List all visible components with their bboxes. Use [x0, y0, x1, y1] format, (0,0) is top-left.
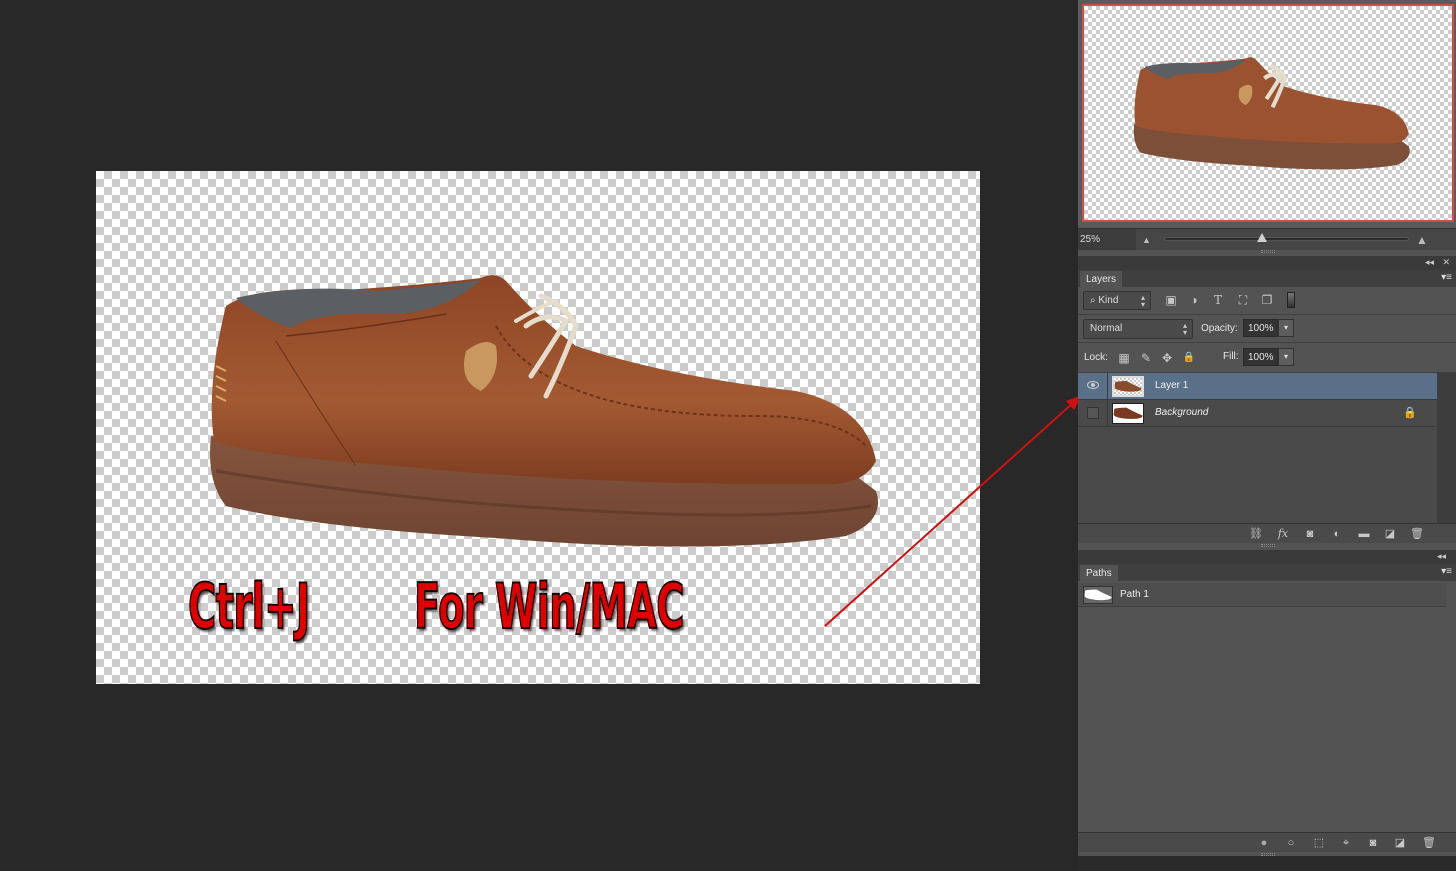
- new-path-icon[interactable]: ◪: [1392, 836, 1408, 850]
- layer-thumbnail: [1112, 403, 1144, 424]
- opacity-field[interactable]: 100%: [1243, 319, 1278, 337]
- smart-object-filter-icon[interactable]: ❐: [1259, 293, 1275, 307]
- tab-layers[interactable]: Layers: [1080, 271, 1123, 288]
- layers-tabbar: Layers ▾≡: [1078, 270, 1456, 288]
- overlay-text-shortcut: Ctrl+J: [187, 570, 310, 643]
- zoom-value-field[interactable]: 25%: [1078, 229, 1136, 250]
- blend-mode-select[interactable]: Normal ▴ ▾: [1083, 319, 1193, 339]
- layers-panel-header: ◂◂ ✕: [1078, 256, 1456, 270]
- tab-paths[interactable]: Paths: [1080, 565, 1118, 582]
- collapse-icon[interactable]: ◂◂: [1425, 257, 1434, 268]
- layers-footer: ⛓ fx ◙ ◐ ▬ ◪ 🗑: [1078, 523, 1456, 543]
- lock-transparency-icon[interactable]: ▦: [1116, 351, 1132, 365]
- lock-row: Lock: ▦ ✎ ✥ 🔒 Fill: 100% ▾: [1078, 343, 1456, 373]
- filter-toggle-icon[interactable]: [1287, 292, 1295, 308]
- add-mask-icon[interactable]: ◙: [1365, 836, 1381, 850]
- layer-thumbnail: [1112, 376, 1144, 397]
- type-filter-icon[interactable]: T: [1210, 293, 1226, 307]
- path-row[interactable]: Path 1: [1078, 583, 1446, 607]
- layer-row-background[interactable]: Background 🔒: [1078, 400, 1437, 427]
- hidden-visibility-box: [1087, 407, 1099, 419]
- resize-grip[interactable]: [1261, 250, 1275, 253]
- stepper-icon: ▴ ▾: [1182, 321, 1187, 337]
- adjustment-layer-icon[interactable]: ◐: [1329, 527, 1345, 541]
- layers-scrollbar[interactable]: [1437, 373, 1456, 523]
- layer-name[interactable]: Background: [1155, 407, 1208, 418]
- delete-path-icon[interactable]: 🗑: [1421, 836, 1437, 850]
- fill-path-icon[interactable]: ●: [1256, 836, 1272, 850]
- delete-layer-icon[interactable]: 🗑: [1409, 527, 1425, 541]
- paths-tabbar: Paths ▾≡: [1078, 564, 1456, 582]
- navigator-shoe-thumbnail: [1133, 57, 1410, 170]
- fill-label: Fill:: [1223, 351, 1239, 362]
- lock-all-icon[interactable]: 🔒: [1181, 351, 1197, 365]
- resize-grip[interactable]: [1261, 544, 1275, 547]
- lock-pixels-icon[interactable]: ✎: [1138, 351, 1154, 365]
- new-layer-icon[interactable]: ◪: [1382, 527, 1398, 541]
- fill-field[interactable]: 100%: [1243, 348, 1278, 366]
- collapse-icon[interactable]: ◂◂: [1437, 551, 1446, 562]
- paths-panel: Path 1 ● ○ ⬚ ⌖ ◙ ◪ 🗑: [1078, 581, 1456, 852]
- shoe-thumbnail-icon: [1113, 407, 1143, 419]
- panels-dock: 25% ▲ ▲ ◂◂ ✕ Layers ▾≡ ⌕ Kind ▴ ▾ ▣ ◑ T ⛶…: [1078, 0, 1456, 871]
- layers-panel: ⌕ Kind ▴ ▾ ▣ ◑ T ⛶ ❐ Normal ▴ ▾ Opacity: 1…: [1078, 287, 1456, 545]
- new-group-icon[interactable]: ▬: [1356, 527, 1372, 541]
- zoom-slider[interactable]: [1164, 233, 1409, 242]
- shoe-image: [210, 275, 878, 547]
- fill-dropdown[interactable]: ▾: [1278, 348, 1294, 366]
- path-thumbnail: [1083, 586, 1113, 604]
- overlay-text-platform: For Win/MAC: [413, 570, 685, 643]
- blend-row: Normal ▴ ▾ Opacity: 100% ▾: [1078, 315, 1456, 343]
- close-icon[interactable]: ✕: [1442, 257, 1450, 268]
- document-canvas[interactable]: Ctrl+J For Win/MAC: [96, 171, 980, 684]
- layer-name[interactable]: Layer 1: [1155, 380, 1188, 391]
- shoe-thumbnail-icon: [1114, 381, 1142, 392]
- document-workspace: Ctrl+J For Win/MAC: [0, 0, 1082, 871]
- opacity-label: Opacity:: [1201, 323, 1238, 334]
- lock-icon: 🔒: [1403, 407, 1417, 419]
- paths-footer: ● ○ ⬚ ⌖ ◙ ◪ 🗑: [1078, 832, 1456, 852]
- navigator-panel: [1078, 0, 1456, 228]
- dock-bottom: [1078, 856, 1456, 871]
- link-layers-icon[interactable]: ⛓: [1248, 527, 1264, 541]
- path-name[interactable]: Path 1: [1120, 589, 1149, 600]
- filter-kind-select[interactable]: ⌕ Kind ▴ ▾: [1083, 291, 1151, 310]
- adjustment-filter-icon[interactable]: ◑: [1186, 293, 1202, 307]
- stroke-path-icon[interactable]: ○: [1283, 836, 1299, 850]
- panel-menu-icon[interactable]: ▾≡: [1441, 566, 1452, 577]
- visibility-toggle[interactable]: [1078, 400, 1108, 427]
- fx-icon[interactable]: fx: [1275, 527, 1291, 541]
- lock-position-icon[interactable]: ✥: [1159, 351, 1175, 365]
- load-selection-icon[interactable]: ⬚: [1311, 836, 1327, 850]
- eye-icon: [1087, 381, 1099, 389]
- shape-filter-icon[interactable]: ⛶: [1235, 293, 1251, 307]
- navigator-zoom-bar: 25% ▲ ▲: [1078, 228, 1456, 250]
- panel-menu-icon[interactable]: ▾≡: [1441, 272, 1452, 283]
- image-filter-icon[interactable]: ▣: [1163, 293, 1179, 307]
- layer-mask-icon[interactable]: ◙: [1302, 527, 1318, 541]
- filter-row: ⌕ Kind ▴ ▾ ▣ ◑ T ⛶ ❐: [1078, 287, 1456, 315]
- paths-panel-header: ◂◂: [1078, 550, 1456, 564]
- layer-row-layer-1[interactable]: Layer 1: [1078, 373, 1437, 400]
- zoom-slider-handle[interactable]: [1257, 233, 1268, 242]
- zoom-in-icon[interactable]: ▲: [1416, 233, 1428, 247]
- shoe-path-icon: [1084, 589, 1112, 601]
- navigator-preview[interactable]: [1082, 4, 1454, 222]
- visibility-toggle[interactable]: [1078, 373, 1108, 400]
- opacity-dropdown[interactable]: ▾: [1278, 319, 1294, 337]
- lock-label: Lock:: [1084, 352, 1108, 363]
- stepper-icon: ▴ ▾: [1140, 293, 1145, 309]
- make-work-path-icon[interactable]: ⌖: [1338, 836, 1354, 850]
- zoom-out-icon[interactable]: ▲: [1142, 235, 1151, 245]
- layer-list: Layer 1 Background 🔒: [1078, 373, 1437, 523]
